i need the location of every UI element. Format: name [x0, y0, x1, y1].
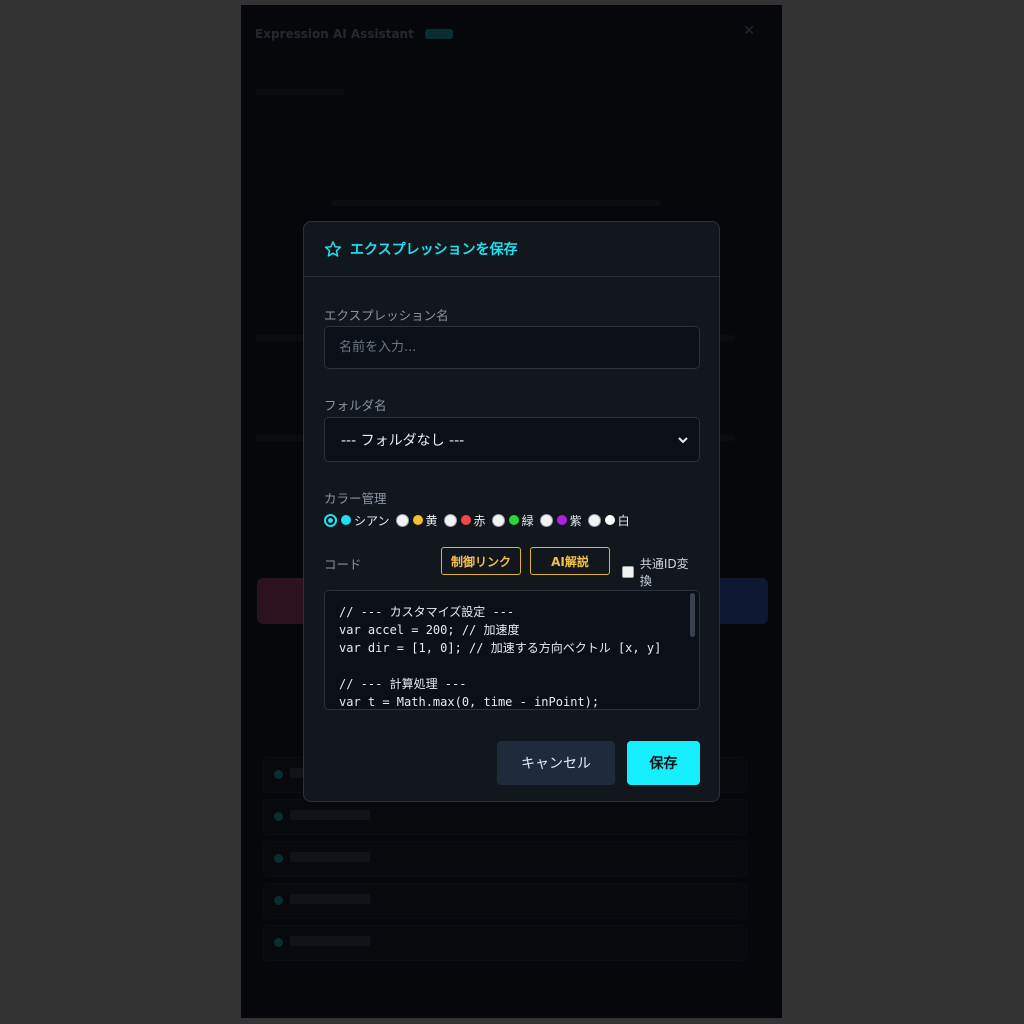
folder-label: フォルダ名: [324, 398, 387, 413]
color-option[interactable]: 緑: [491, 512, 534, 529]
color-swatch-icon: [460, 515, 471, 525]
color-radio[interactable]: [324, 513, 337, 527]
color-radio[interactable]: [587, 513, 601, 527]
color-option[interactable]: 紫: [539, 512, 582, 529]
folder-select[interactable]: --- フォルダなし ---: [324, 417, 700, 462]
common-id-label: 共通ID変換: [639, 557, 689, 588]
color-options: シアン 黄 赤 緑 紫 白: [324, 511, 636, 529]
color-swatch-icon: [556, 515, 567, 525]
color-radio[interactable]: [395, 513, 409, 527]
save-button[interactable]: 保存: [627, 741, 700, 785]
color-swatch-icon: [508, 515, 519, 525]
chevron-down-icon: [678, 437, 688, 444]
color-radio[interactable]: [539, 513, 553, 527]
code-scrollbar[interactable]: [690, 593, 695, 637]
save-expression-dialog: エクスプレッションを保存 エクスプレッション名 フォルダ名 --- フォルダなし…: [303, 221, 720, 802]
control-link-button[interactable]: 制御リンク: [441, 547, 521, 575]
code-editor[interactable]: // --- カスタマイズ設定 --- var accel = 200; // …: [324, 590, 700, 710]
color-name: シアン: [354, 513, 390, 528]
expression-name-input[interactable]: [324, 326, 700, 369]
color-name: 赤: [473, 513, 486, 528]
color-radio[interactable]: [491, 513, 505, 527]
color-name: 黄: [425, 513, 438, 528]
color-name: 白: [617, 513, 630, 528]
color-name: 紫: [569, 513, 582, 528]
code-toolbar: コード 制御リンク AI解説 共通ID変換: [324, 547, 700, 588]
color-swatch-icon: [412, 515, 423, 525]
color-swatch-icon: [604, 515, 615, 525]
color-label: カラー管理: [324, 491, 387, 506]
name-label: エクスプレッション名: [324, 308, 449, 323]
folder-selected-value: --- フォルダなし ---: [341, 432, 465, 449]
star-icon: [324, 241, 342, 257]
code-text[interactable]: // --- カスタマイズ設定 --- var accel = 200; // …: [325, 591, 699, 709]
common-id-checkbox[interactable]: [622, 566, 634, 578]
cancel-button[interactable]: キャンセル: [497, 741, 615, 785]
common-id-toggle[interactable]: 共通ID変換: [622, 555, 700, 589]
dialog-title: エクスプレッションを保存: [350, 242, 518, 258]
color-radio[interactable]: [443, 513, 457, 527]
ai-explain-button[interactable]: AI解説: [530, 547, 610, 575]
app-window: Expression AI Assistant ✕ エクスプレッションを保存 エ…: [241, 5, 782, 1018]
dialog-header: エクスプレッションを保存: [304, 222, 719, 277]
code-label: コード: [324, 557, 362, 572]
color-name: 緑: [521, 513, 534, 528]
color-swatch-icon: [341, 515, 351, 525]
color-option[interactable]: シアン: [324, 512, 390, 529]
color-option[interactable]: 赤: [443, 512, 486, 529]
color-option[interactable]: 黄: [395, 512, 438, 529]
color-option[interactable]: 白: [587, 512, 630, 529]
